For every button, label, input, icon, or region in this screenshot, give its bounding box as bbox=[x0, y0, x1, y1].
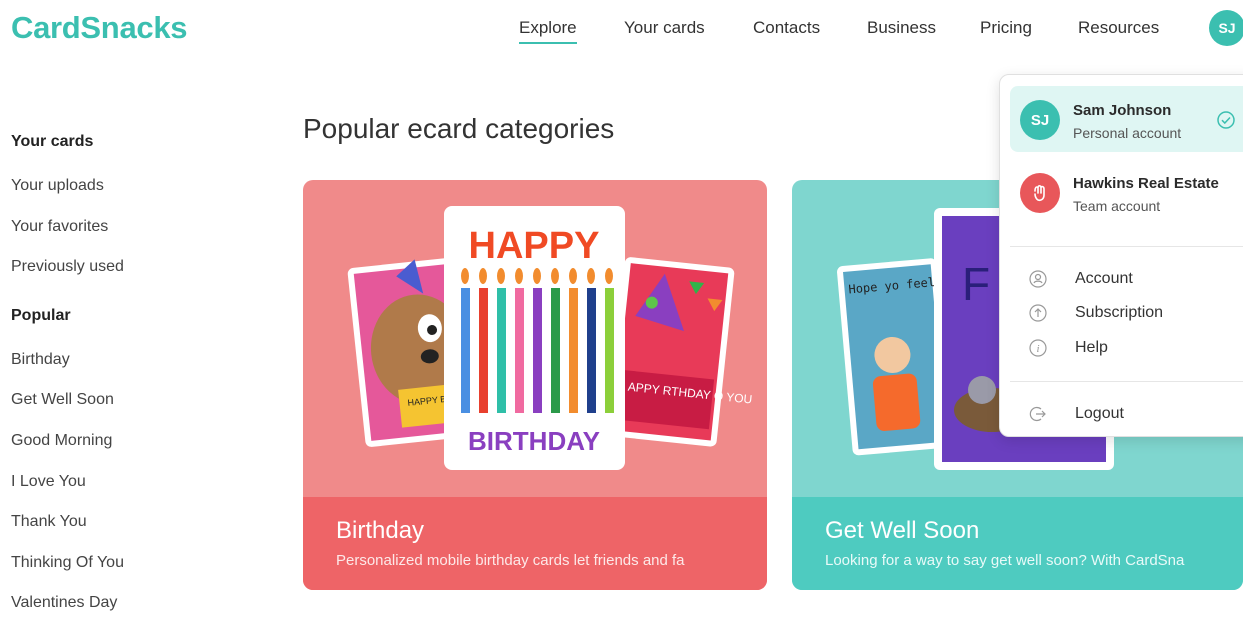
sidebar-item-thinking-of-you[interactable]: Thinking Of You bbox=[11, 552, 231, 593]
page-title: Popular ecard categories bbox=[303, 113, 615, 144]
sidebar-heading-popular: Popular bbox=[11, 306, 71, 324]
card-title: Get Well Soon bbox=[825, 517, 980, 544]
sidebar: Your cards Your uploads Your favorites P… bbox=[11, 133, 231, 628]
birthday-birthday-text: BIRTHDAY bbox=[468, 426, 600, 456]
menu-item-label: Account bbox=[1075, 270, 1133, 287]
account-type: Personal account bbox=[1073, 125, 1182, 141]
account-avatar: SJ bbox=[1020, 100, 1060, 140]
dropdown-divider bbox=[1010, 246, 1243, 247]
card-description: Personalized mobile birthday cards let f… bbox=[336, 552, 685, 569]
card-description: Looking for a way to say get well soon? … bbox=[825, 552, 1185, 569]
help-icon: i bbox=[1028, 338, 1048, 358]
account-name: Hawkins Real Estate bbox=[1073, 175, 1219, 192]
sidebar-item-good-morning[interactable]: Good Morning bbox=[11, 430, 231, 471]
birthday-caption: Birthday Personalized mobile birthday ca… bbox=[303, 497, 767, 590]
nav-explore[interactable]: Explore bbox=[519, 18, 577, 44]
nav-business[interactable]: Business bbox=[867, 18, 936, 38]
account-option-personal[interactable]: SJ Sam Johnson Personal account bbox=[1010, 86, 1243, 152]
nav-resources[interactable]: Resources bbox=[1078, 18, 1159, 38]
subscription-icon bbox=[1028, 303, 1048, 323]
nav-contacts[interactable]: Contacts bbox=[753, 18, 820, 38]
menu-item-label: Logout bbox=[1075, 405, 1124, 422]
logout-icon bbox=[1028, 404, 1048, 424]
card-title: Birthday bbox=[336, 517, 425, 544]
account-name: Sam Johnson bbox=[1073, 102, 1172, 119]
menu-item-account[interactable]: Account bbox=[1028, 267, 1133, 291]
sidebar-heading-your-cards: Your cards bbox=[11, 133, 94, 150]
menu-item-label: Help bbox=[1075, 339, 1108, 356]
account-dropdown: SJ Sam Johnson Personal account Hawkins … bbox=[999, 74, 1243, 437]
account-icon bbox=[1028, 269, 1048, 289]
svg-text:i: i bbox=[1036, 343, 1039, 355]
birthday-card-art: HAPPY BIRTHD TO YO APPY RTHDAY O YOU HAP… bbox=[347, 206, 753, 470]
category-card-birthday[interactable]: HAPPY BIRTHD TO YO APPY RTHDAY O YOU HAP… bbox=[303, 180, 767, 590]
sidebar-item-valentines-day[interactable]: Valentines Day bbox=[11, 592, 231, 628]
nav-your-cards[interactable]: Your cards bbox=[624, 18, 705, 38]
sidebar-item-get-well-soon[interactable]: Get Well Soon bbox=[11, 389, 231, 430]
check-circle-icon bbox=[1217, 111, 1235, 129]
sidebar-item-birthday[interactable]: Birthday bbox=[11, 349, 231, 390]
sidebar-item-your-uploads[interactable]: Your uploads bbox=[11, 175, 231, 216]
menu-item-logout[interactable]: Logout bbox=[1028, 402, 1124, 426]
sidebar-item-previously-used[interactable]: Previously used bbox=[11, 256, 231, 297]
sidebar-item-thank-you[interactable]: Thank You bbox=[11, 511, 231, 552]
dropdown-divider bbox=[1010, 381, 1243, 382]
menu-item-help[interactable]: i Help bbox=[1028, 336, 1108, 360]
menu-item-subscription[interactable]: Subscription bbox=[1028, 301, 1163, 325]
birthday-happy-text: HAPPY bbox=[469, 225, 600, 267]
sidebar-item-your-favorites[interactable]: Your favorites bbox=[11, 216, 231, 257]
sidebar-item-i-love-you[interactable]: I Love You bbox=[11, 471, 231, 512]
nav-pricing[interactable]: Pricing bbox=[980, 18, 1032, 38]
logo[interactable]: CardSnacks bbox=[11, 10, 188, 46]
account-option-team[interactable]: Hawkins Real Estate Team account bbox=[1010, 159, 1243, 225]
user-avatar[interactable]: SJ bbox=[1209, 10, 1243, 46]
account-type: Team account bbox=[1073, 198, 1161, 214]
menu-item-label: Subscription bbox=[1075, 304, 1164, 321]
hand-logo-icon bbox=[1020, 173, 1060, 213]
get-well-caption: Get Well Soon Looking for a way to say g… bbox=[792, 497, 1243, 590]
